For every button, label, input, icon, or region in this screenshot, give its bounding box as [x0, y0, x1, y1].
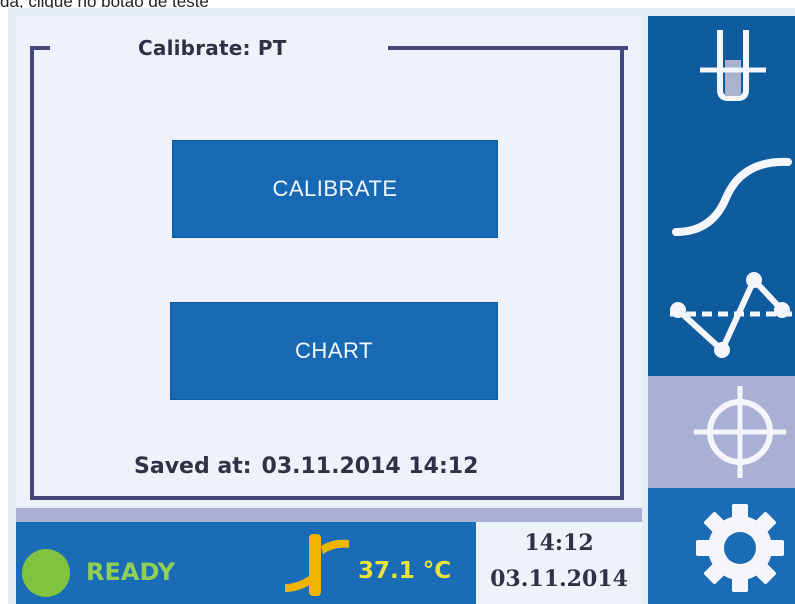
- target-icon: [694, 386, 786, 478]
- chart-line-icon[interactable]: [668, 266, 795, 366]
- chart-button[interactable]: CHART: [170, 302, 498, 400]
- side-nav-settings[interactable]: [648, 488, 795, 604]
- frame-corner-right: [388, 46, 628, 50]
- curve-icon[interactable]: [672, 148, 792, 238]
- status-text: READY: [86, 558, 176, 586]
- clock-display: 14:12 03.11.2014: [476, 522, 642, 604]
- side-nav-top: [648, 16, 795, 376]
- clock-date: 03.11.2014: [490, 566, 628, 592]
- ready-indicator-icon: [22, 549, 70, 597]
- separator-band: [16, 508, 642, 522]
- clock-time: 14:12: [524, 530, 594, 556]
- main-panel: Calibrate: PT CALIBRATE CHART Saved at: 0…: [16, 16, 642, 506]
- temperature-readout: 37.1 °C: [358, 558, 452, 584]
- panel-frame: [30, 46, 624, 500]
- probe-icon[interactable]: [698, 26, 768, 108]
- gear-icon: [696, 504, 784, 592]
- thermometer-icon: [285, 534, 349, 596]
- saved-at-value: 03.11.2014 14:12: [261, 454, 479, 479]
- saved-at-text: Saved at: 03.11.2014 14:12: [134, 454, 478, 479]
- saved-at-label: Saved at:: [134, 454, 252, 479]
- frame-corner-left: [30, 46, 50, 50]
- calibrate-button-label: CALIBRATE: [272, 176, 398, 201]
- calibrate-button[interactable]: CALIBRATE: [172, 140, 498, 238]
- status-bar: READY 37.1 °C 14:12 03.11.2014: [16, 522, 642, 604]
- device-screen: Calibrate: PT CALIBRATE CHART Saved at: 0…: [8, 8, 795, 604]
- side-nav-target[interactable]: [648, 376, 795, 488]
- chart-button-label: CHART: [295, 338, 373, 363]
- page-title: Calibrate: PT: [138, 36, 287, 60]
